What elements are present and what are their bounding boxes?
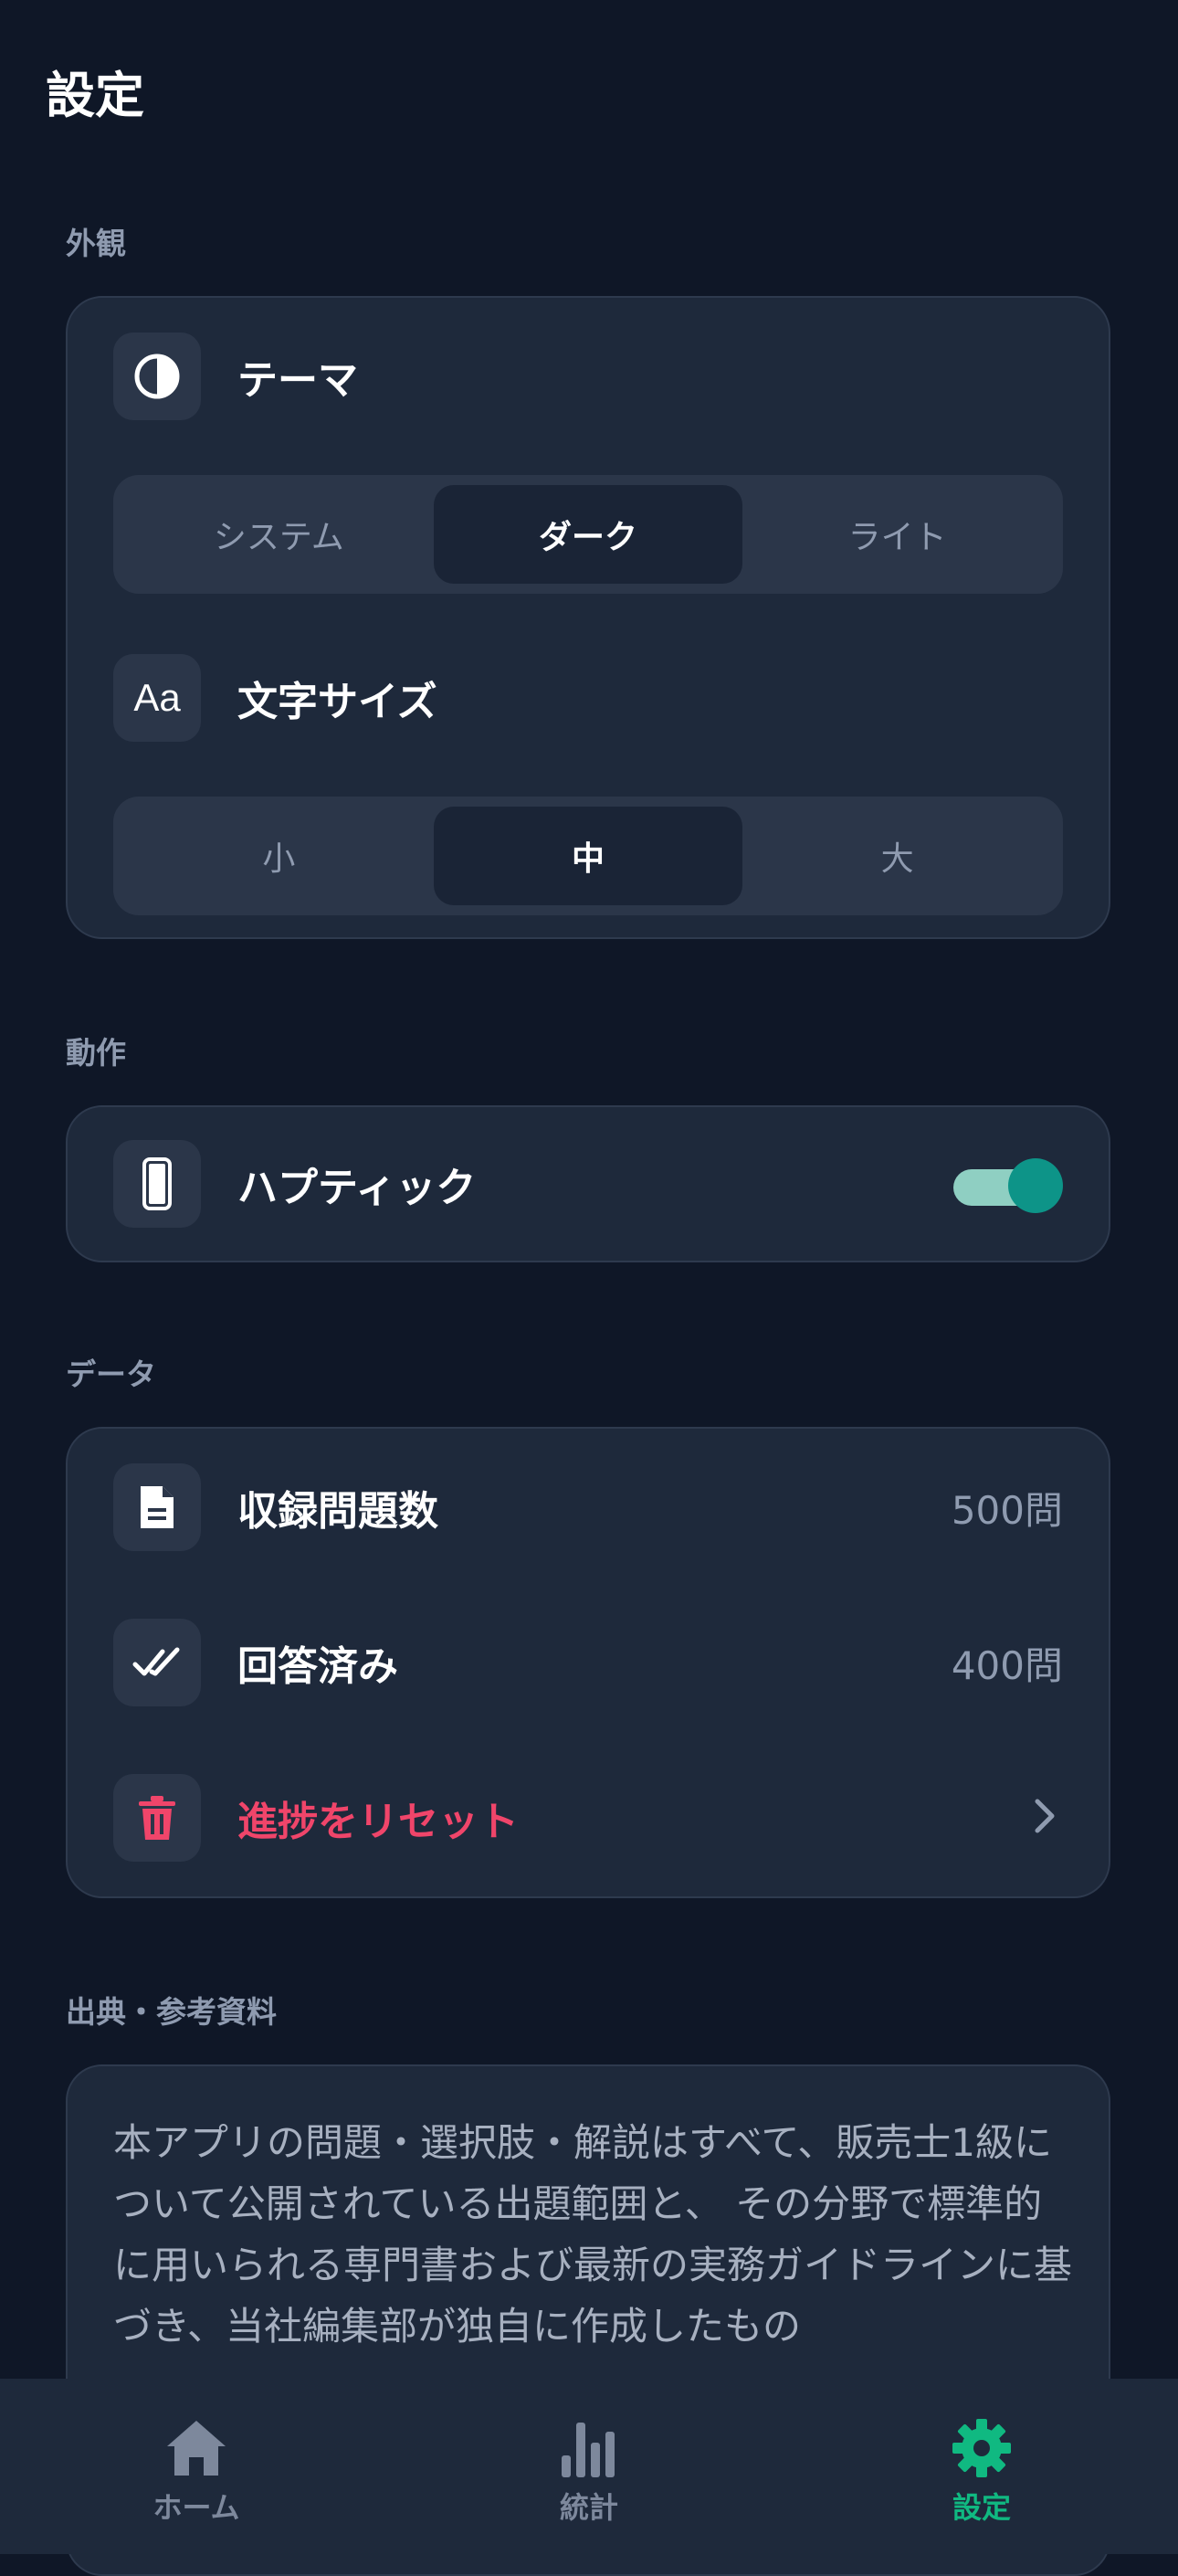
total-questions-row: 収録問題数 500問 [113, 1463, 1063, 1551]
tab-bar: ホーム 統計 設定 [0, 2379, 1178, 2554]
tab-settings[interactable]: 設定 [785, 2379, 1178, 2554]
section-label-sources: 出典・参考資料 [66, 1994, 277, 2030]
double-check-icon [113, 1619, 201, 1706]
theme-segmented-control: システム ダーク ライト [113, 475, 1063, 594]
chevron-right-icon [1034, 1798, 1056, 1838]
section-label-appearance: 外観 [66, 226, 126, 261]
page-title: 設定 [46, 67, 144, 124]
tab-home[interactable]: ホーム [0, 2379, 393, 2554]
theme-option-dark[interactable]: ダーク [433, 485, 743, 584]
svg-text:Aa: Aa [133, 676, 181, 719]
theme-label: テーマ [237, 357, 358, 404]
tab-settings-label: 設定 [952, 2490, 1011, 2525]
document-icon [113, 1463, 201, 1551]
gear-icon [952, 2419, 1011, 2477]
trash-icon [113, 1774, 201, 1862]
answered-row: 回答済み 400問 [113, 1619, 1063, 1706]
haptic-row: ハプティック [113, 1140, 1063, 1228]
contrast-icon [113, 333, 201, 420]
tab-stats-label: 統計 [559, 2490, 618, 2525]
data-card: 収録問題数 500問 回答済み 400問 進捗をリセット [66, 1427, 1110, 1898]
haptic-label: ハプティック [237, 1165, 477, 1211]
appearance-card: テーマ システム ダーク ライト Aa 文字サイズ 小 中 大 [66, 296, 1110, 939]
answered-label: 回答済み [237, 1643, 398, 1690]
total-questions-label: 収録問題数 [237, 1488, 438, 1535]
toggle-knob [1008, 1158, 1063, 1213]
reset-progress-row[interactable]: 進捗をリセット [113, 1774, 1063, 1862]
font-size-option-medium[interactable]: 中 [433, 807, 743, 905]
section-label-behavior: 動作 [66, 1035, 126, 1071]
home-icon [167, 2421, 226, 2476]
theme-option-system[interactable]: システム [124, 485, 434, 584]
font-size-option-small[interactable]: 小 [124, 807, 434, 905]
font-size-option-large[interactable]: 大 [742, 807, 1052, 905]
font-size-segmented-control: 小 中 大 [113, 797, 1063, 915]
bar-chart-icon [562, 2423, 615, 2477]
total-questions-value: 500問 [951, 1487, 1063, 1533]
tab-stats[interactable]: 統計 [393, 2379, 785, 2554]
theme-option-light[interactable]: ライト [742, 485, 1052, 584]
font-size-label: 文字サイズ [237, 679, 437, 725]
font-size-row: Aa 文字サイズ [113, 654, 1063, 742]
sources-text: 本アプリの問題・選択肢・解説はすべて、販売士1級について公開されている出題範囲と… [113, 2120, 1073, 2349]
section-label-data: データ [66, 1357, 156, 1392]
theme-row: テーマ [113, 333, 1063, 420]
answered-value: 400問 [951, 1642, 1063, 1688]
reset-progress-label: 進捗をリセット [237, 1799, 519, 1845]
haptic-toggle[interactable] [953, 1156, 1063, 1213]
tab-home-label: ホーム [153, 2490, 240, 2525]
text-size-icon: Aa [113, 654, 201, 742]
behavior-card: ハプティック [66, 1105, 1110, 1262]
phone-icon [113, 1140, 201, 1228]
